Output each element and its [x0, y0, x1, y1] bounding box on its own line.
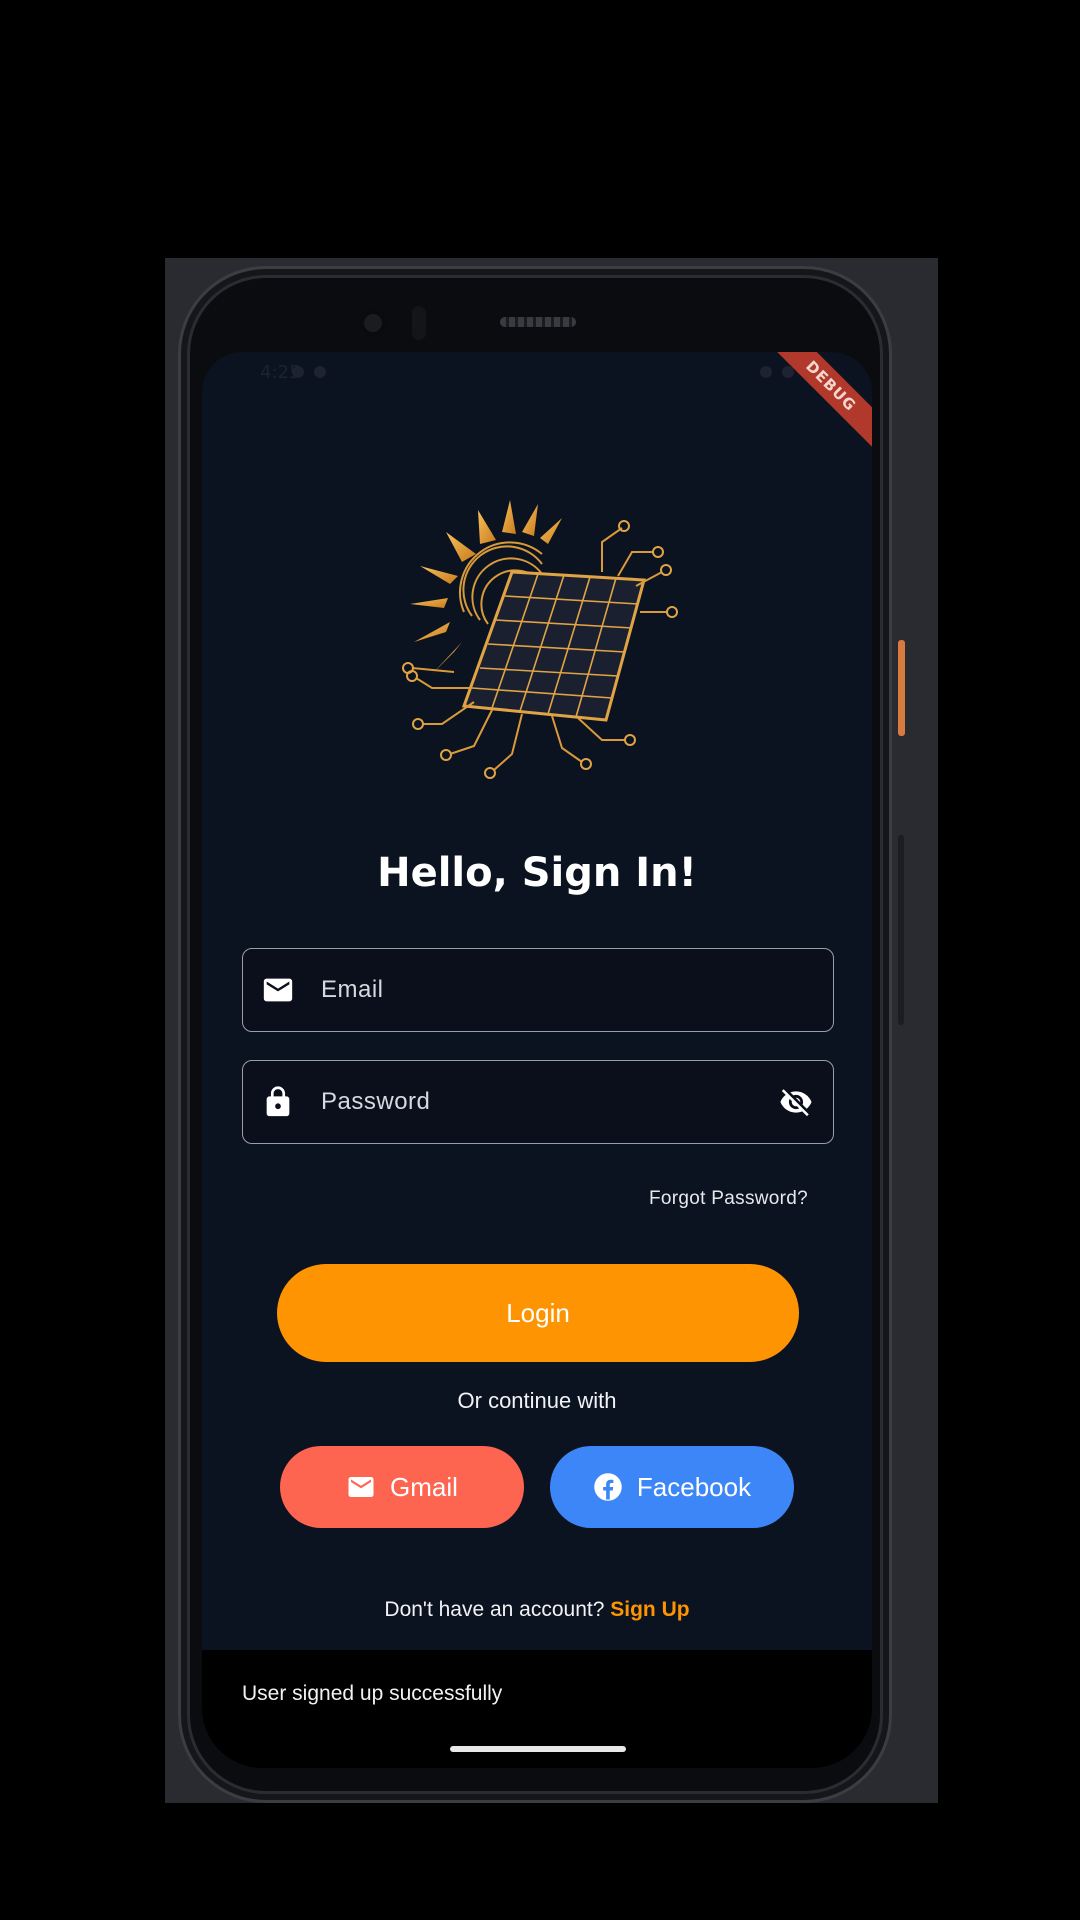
email-placeholder: Email: [321, 976, 384, 1003]
wifi-icon: [314, 366, 326, 378]
app-screen: 4:25 DEBUG Hello, Sign In! Email Passwor…: [202, 352, 872, 1768]
page-title: Hello, Sign In!: [377, 850, 697, 896]
gmail-button[interactable]: Gmail: [280, 1446, 524, 1528]
power-button[interactable]: [898, 640, 905, 736]
signal-icon: [760, 366, 772, 378]
snackbar: User signed up successfully: [202, 1650, 872, 1768]
earpiece-speaker: [500, 317, 576, 327]
lock-icon: [266, 1086, 290, 1117]
notification-icon: [292, 366, 304, 378]
proximity-sensor: [412, 306, 426, 340]
signup-link[interactable]: Sign Up: [610, 1598, 689, 1621]
mail-icon: [263, 978, 293, 1002]
snackbar-message: User signed up successfully: [242, 1682, 503, 1705]
forgot-password-link[interactable]: Forgot Password?: [649, 1188, 808, 1210]
mail-icon: [348, 1477, 374, 1497]
front-camera: [358, 308, 388, 338]
password-placeholder: Password: [321, 1088, 431, 1115]
facebook-button[interactable]: Facebook: [550, 1446, 794, 1528]
volume-button[interactable]: [898, 835, 904, 1025]
no-account-text: Don't have an account?: [384, 1598, 605, 1621]
eye-off-icon[interactable]: [777, 1085, 815, 1119]
status-bar: 4:25: [202, 352, 872, 392]
solar-panel-logo: [402, 500, 678, 779]
facebook-icon: [594, 1473, 622, 1501]
email-field[interactable]: Email: [242, 948, 834, 1032]
or-continue-label: Or continue with: [457, 1388, 617, 1413]
gmail-button-label: Gmail: [390, 1471, 458, 1502]
password-field[interactable]: Password: [242, 1060, 834, 1144]
facebook-button-label: Facebook: [636, 1471, 752, 1502]
home-indicator[interactable]: [450, 1746, 626, 1752]
login-button[interactable]: Login: [277, 1264, 799, 1362]
signup-prompt: Don't have an account? Sign Up: [202, 1598, 872, 1622]
